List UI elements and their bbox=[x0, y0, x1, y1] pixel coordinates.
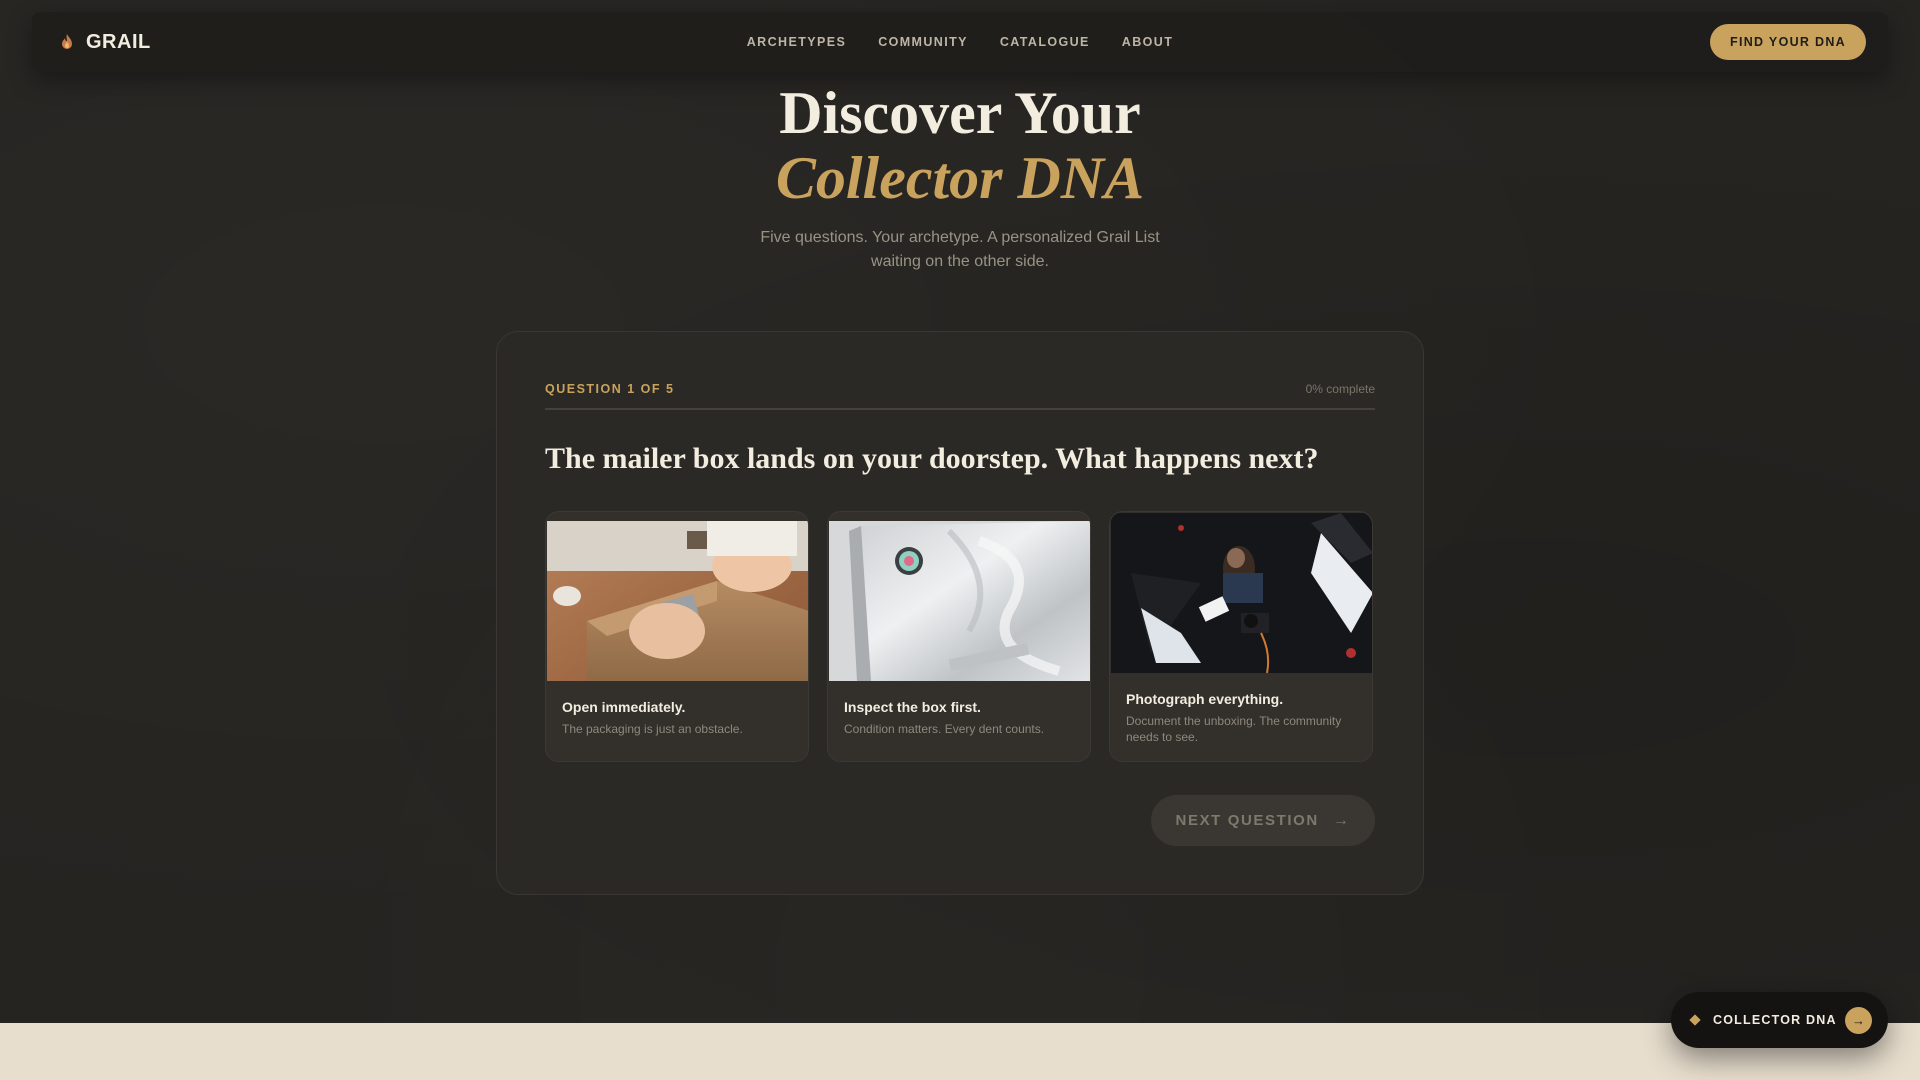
nav-link-archetypes[interactable]: ARCHETYPES bbox=[747, 35, 846, 49]
option-title: Photograph everything. bbox=[1126, 691, 1284, 707]
quiz-card: QUESTION 1 OF 5 0% complete The mailer b… bbox=[496, 331, 1424, 895]
nav-links: ARCHETYPES COMMUNITY CATALOGUE ABOUT bbox=[32, 12, 1888, 72]
arrow-right-icon: → bbox=[1845, 1007, 1872, 1034]
answer-options: Open immediately. The packaging is just … bbox=[545, 511, 1373, 762]
hands-opening-cardboard-box-photo bbox=[547, 521, 808, 681]
collector-dna-floating-button[interactable]: COLLECTOR DNA → bbox=[1671, 992, 1888, 1048]
collector-dna-label: COLLECTOR DNA bbox=[1713, 1013, 1837, 1027]
option-title: Inspect the box first. bbox=[844, 699, 981, 715]
progress-text: 0% complete bbox=[1305, 382, 1375, 396]
option-photograph-everything[interactable]: Photograph everything. Document the unbo… bbox=[1109, 511, 1373, 762]
nav-link-about[interactable]: ABOUT bbox=[1122, 35, 1173, 49]
hero-title-line2: Collector DNA bbox=[775, 145, 1145, 211]
diamond-icon bbox=[1689, 1014, 1701, 1026]
find-your-dna-button[interactable]: FIND YOUR DNA bbox=[1710, 24, 1866, 60]
option-description: Condition matters. Every dent counts. bbox=[844, 722, 1045, 736]
next-question-button[interactable]: NEXT QUESTION → bbox=[1151, 795, 1375, 846]
hero-title-line1: Discover Your bbox=[779, 80, 1141, 146]
photo-studio-setup-photo bbox=[1111, 513, 1372, 673]
arrow-right-icon: → bbox=[1332, 811, 1351, 829]
option-description: The packaging is just an obstacle. bbox=[562, 722, 743, 736]
sealed-holographic-box-photo bbox=[829, 521, 1090, 681]
option-open-immediately[interactable]: Open immediately. The packaging is just … bbox=[545, 511, 809, 762]
progress-bar bbox=[545, 408, 1375, 410]
option-title: Open immediately. bbox=[562, 699, 686, 715]
option-inspect-box[interactable]: Inspect the box first. Condition matters… bbox=[827, 511, 1091, 762]
question-counter: QUESTION 1 OF 5 bbox=[545, 382, 675, 396]
top-navbar: GRAIL ARCHETYPES COMMUNITY CATALOGUE ABO… bbox=[32, 12, 1888, 72]
next-section-band bbox=[0, 1023, 1920, 1080]
question-title: The mailer box lands on your doorstep. W… bbox=[545, 442, 1319, 475]
nav-link-community[interactable]: COMMUNITY bbox=[878, 35, 968, 49]
nav-link-catalogue[interactable]: CATALOGUE bbox=[1000, 35, 1090, 49]
hero-section: Discover Your Collector DNA Five questio… bbox=[0, 78, 1920, 274]
option-description: Document the unboxing. The community nee… bbox=[1126, 714, 1342, 744]
hero-subtitle: Five questions. Your archetype. A person… bbox=[760, 229, 1160, 270]
next-question-label: NEXT QUESTION bbox=[1175, 812, 1319, 829]
